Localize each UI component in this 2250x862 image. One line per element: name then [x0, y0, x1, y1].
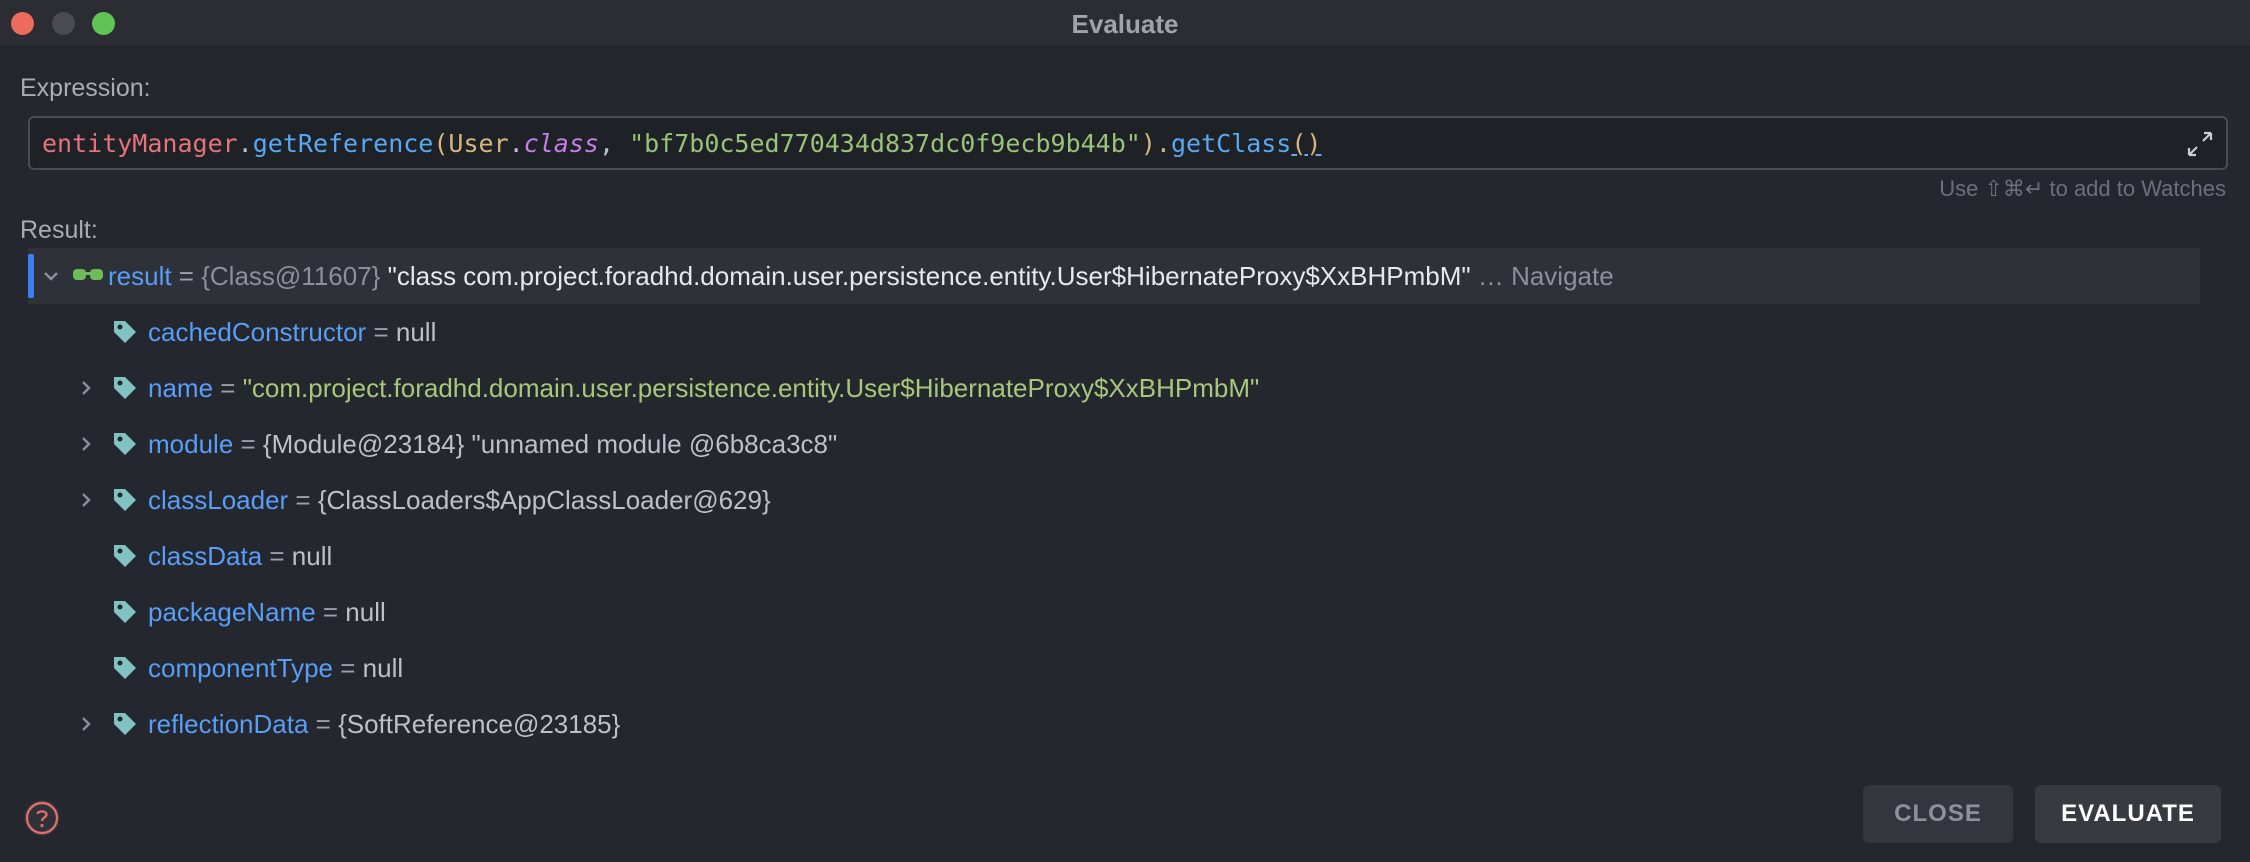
field-name: reflectionData — [148, 709, 309, 739]
field-value: {SoftReference@23185} — [338, 709, 621, 739]
token-dot: . — [237, 129, 253, 158]
navigate-link[interactable]: Navigate — [1511, 261, 1614, 291]
evaluate-dialog: Evaluate Expression: entityManager.getRe… — [0, 0, 2250, 862]
window-title: Evaluate — [1071, 9, 1179, 39]
field-tag-icon — [114, 433, 136, 455]
title-bar: Evaluate — [0, 0, 2250, 46]
tree-row-field[interactable]: cachedConstructor = null — [28, 304, 2200, 360]
field-name: classLoader — [148, 485, 289, 515]
field-value: null — [345, 597, 386, 627]
object-type: {Class@11607} — [201, 261, 381, 291]
watch-glasses-icon — [73, 269, 103, 280]
field-value: null — [395, 317, 437, 347]
field-value: "com.project.foradhd.domain.user.persist… — [242, 373, 1260, 403]
field-name: packageName — [148, 597, 316, 627]
field-name: cachedConstructor — [148, 317, 367, 347]
tree-row-result[interactable]: result = {Class@11607} "class com.projec… — [28, 248, 2200, 304]
field-tag-icon — [114, 657, 136, 679]
token-comma: , — [598, 129, 630, 158]
field-name: module — [148, 429, 234, 459]
token-variable: entityManager — [42, 129, 238, 158]
field-name: componentType — [148, 653, 334, 683]
field-name: classData — [148, 541, 263, 571]
help-icon[interactable] — [24, 800, 60, 836]
field-value: null — [362, 653, 404, 683]
expand-icon[interactable] — [2186, 130, 2214, 158]
selection-indicator — [28, 254, 34, 298]
equals-sign: = — [233, 429, 263, 459]
equals-sign: = — [213, 373, 243, 403]
close-button[interactable]: CLOSE — [1863, 785, 2013, 843]
token-class-name: User — [448, 129, 509, 158]
object-value: "class com.project.foradhd.domain.user.p… — [380, 261, 1471, 291]
equals-sign: = — [262, 541, 292, 571]
field-name: name — [148, 373, 214, 403]
tree-row-field[interactable]: name = "com.project.foradhd.domain.user.… — [28, 360, 2200, 416]
expression-label: Expression: — [20, 74, 151, 102]
token-paren: ). — [1140, 129, 1171, 158]
equals-sign: = — [333, 653, 363, 683]
chevron-right-icon[interactable] — [76, 490, 96, 510]
token-keyword: class — [523, 129, 599, 158]
evaluate-button[interactable]: EVALUATE — [2035, 785, 2221, 843]
field-value: null — [291, 541, 333, 571]
token-string: "bf7b0c5ed770434d837dc0f9ecb9b44b" — [629, 129, 1141, 158]
watches-hint: Use ⇧⌘↵ to add to Watches — [1939, 176, 2226, 201]
chevron-right-icon[interactable] — [76, 714, 96, 734]
tree-row-field[interactable]: classData = null — [28, 528, 2200, 584]
equals-sign: = — [308, 709, 339, 739]
token-method: getClass — [1170, 129, 1292, 158]
field-value: {ClassLoaders$AppClassLoader@629} — [317, 485, 771, 515]
tree-row-field[interactable]: componentType = null — [28, 640, 2200, 696]
result-label: Result: — [20, 216, 98, 244]
result-tree: result = {Class@11607} "class com.projec… — [28, 248, 2200, 752]
equals-sign: = — [171, 261, 202, 291]
equals-sign: = — [366, 317, 396, 347]
expression-code[interactable]: entityManager.getReference(User.class, "… — [42, 129, 1321, 158]
field-tag-icon — [114, 489, 136, 511]
expression-input[interactable]: entityManager.getReference(User.class, "… — [28, 116, 2228, 170]
tree-row-field[interactable]: packageName = null — [28, 584, 2200, 640]
chevron-right-icon[interactable] — [76, 378, 96, 398]
chevron-right-icon[interactable] — [76, 434, 96, 454]
token-method: getReference — [252, 129, 434, 158]
tree-row-field[interactable]: reflectionData = {SoftReference@23185} — [28, 696, 2200, 752]
token-paren: ( — [433, 129, 449, 158]
token-paren-cursor: () — [1291, 129, 1322, 158]
equals-sign: = — [288, 485, 318, 515]
field-tag-icon — [114, 601, 136, 623]
field-name: result — [108, 261, 172, 291]
field-tag-icon — [114, 545, 136, 567]
field-tag-icon — [114, 713, 136, 735]
ellipsis: … — [1470, 261, 1512, 291]
equals-sign: = — [315, 597, 346, 627]
field-tag-icon — [114, 321, 136, 343]
chevron-down-icon[interactable] — [41, 266, 61, 286]
tree-row-field[interactable]: module = {Module@23184} "unnamed module … — [28, 416, 2200, 472]
tree-row-field[interactable]: classLoader = {ClassLoaders$AppClassLoad… — [28, 472, 2200, 528]
token-dot: . — [508, 129, 524, 158]
field-value: {Module@23184} "unnamed module @6b8ca3c8… — [262, 429, 838, 459]
field-tag-icon — [114, 377, 136, 399]
